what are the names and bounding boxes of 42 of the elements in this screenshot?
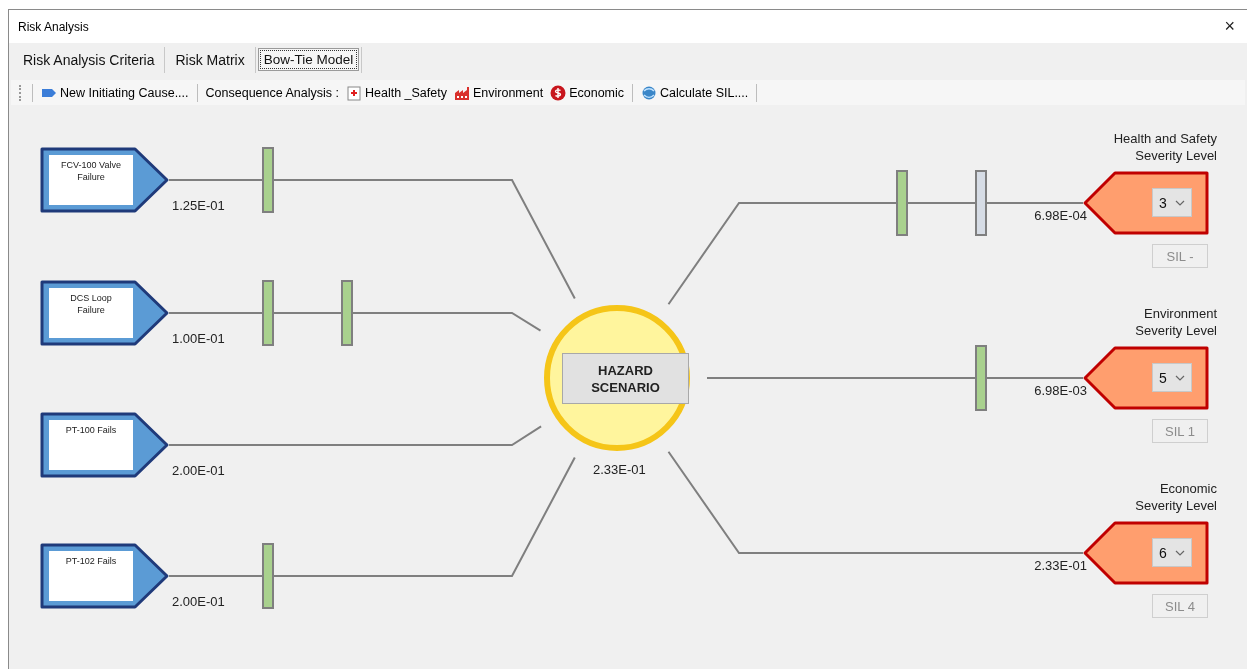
toolbar-button[interactable]: Calculate SIL.... [639,84,751,101]
sil-indicator: SIL - [1152,244,1208,268]
toolbar-button[interactable]: New Initiating Cause.... [39,85,191,100]
factory-icon [453,84,470,101]
frequency-value: 1.00E-01 [172,331,225,346]
frequency-value: 2.00E-01 [172,594,225,609]
toolbar-label: Consequence Analysis : [204,85,340,100]
frequency-value: 2.33E-01 [593,462,646,477]
tag-icon [41,86,57,99]
cause-label: PT-100 Fails [49,420,133,470]
severity-title: Economic Severity Level [1135,480,1217,514]
toolbar-grip[interactable] [19,84,23,101]
frequency-value: 2.33E-01 [1034,558,1087,573]
tab[interactable]: Risk Matrix [167,47,253,72]
cause-label: PT-102 Fails [49,551,133,601]
severity-dropdown[interactable]: 3 [1152,188,1192,217]
cause-label: FCV-100 Valve Failure [49,155,133,205]
window-title: Risk Analysis [18,19,89,34]
close-button[interactable]: × [1220,16,1239,37]
toolbar-button[interactable]: Economic [548,84,627,101]
sil-indicator: SIL 1 [1152,419,1208,443]
globe-icon [641,84,658,101]
sil-indicator: SIL 4 [1152,594,1208,618]
coin-icon [550,84,567,101]
frequency-value: 6.98E-04 [1034,208,1087,223]
severity-title: Health and Safety Severity Level [1113,130,1217,164]
severity-dropdown[interactable]: 6 [1152,538,1192,567]
first-aid-icon [345,84,362,101]
frequency-value: 1.25E-01 [172,198,225,213]
chevron-down-icon [1175,199,1185,206]
tab[interactable]: Risk Analysis Criteria [15,47,163,72]
chevron-down-icon [1175,374,1185,381]
severity-dropdown[interactable]: 5 [1152,363,1192,392]
toolbar-button[interactable]: Environment [451,84,546,101]
hazard-label: HAZARD SCENARIO [562,353,689,404]
cause-label: DCS Loop Failure [49,288,133,338]
tab[interactable]: Bow-Tie Model [257,48,360,71]
toolbar-button[interactable]: Health _Safety [343,84,449,101]
frequency-value: 6.98E-03 [1034,383,1087,398]
severity-title: Environment Severity Level [1135,305,1217,339]
chevron-down-icon [1175,549,1185,556]
frequency-value: 2.00E-01 [172,463,225,478]
